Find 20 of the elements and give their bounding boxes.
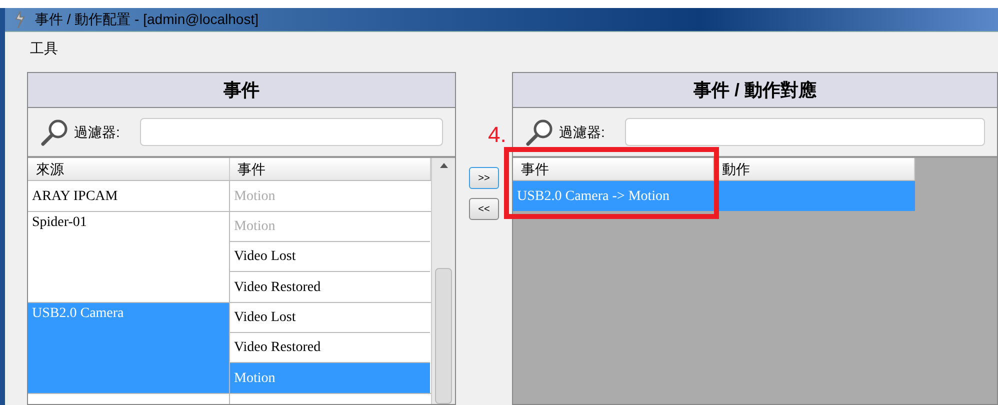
search-icon bbox=[525, 117, 555, 147]
annotation-label: 4. bbox=[488, 121, 506, 149]
panel-title: 事件 bbox=[28, 73, 455, 108]
transfer-button[interactable]: << bbox=[469, 198, 499, 220]
column-header[interactable]: 事件 bbox=[513, 158, 714, 180]
column-header[interactable]: 動作 bbox=[714, 158, 915, 180]
transfer-button[interactable]: >> bbox=[469, 167, 499, 189]
scroll-up-icon[interactable] bbox=[440, 162, 448, 168]
column-header[interactable]: 來源 bbox=[28, 158, 230, 180]
scrollbar[interactable] bbox=[431, 158, 455, 404]
search-icon bbox=[40, 117, 70, 147]
scrollbar-thumb[interactable] bbox=[435, 268, 452, 404]
panel-title: 事件 / 動作對應 bbox=[513, 73, 997, 108]
window-title: 事件 / 動作配置 - [admin@localhost] bbox=[35, 10, 258, 29]
menu-item[interactable]: 工具 bbox=[30, 38, 58, 58]
app-icon bbox=[13, 10, 27, 28]
filter-label: 過濾器: bbox=[74, 122, 120, 142]
filter-field[interactable] bbox=[140, 118, 443, 146]
filter-label: 過濾器: bbox=[559, 122, 605, 142]
filter-field[interactable] bbox=[624, 118, 985, 146]
